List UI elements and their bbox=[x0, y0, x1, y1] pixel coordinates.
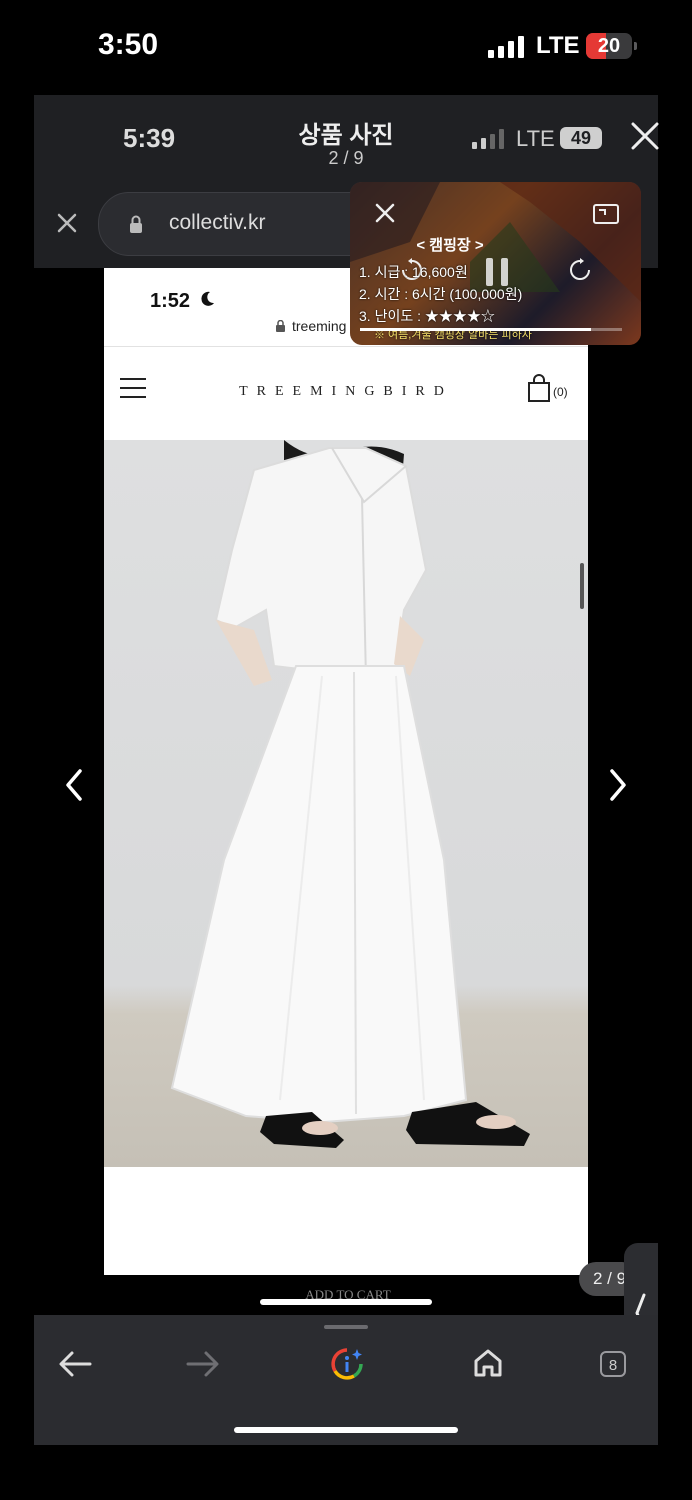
network-label: LTE bbox=[536, 32, 580, 59]
signal-icon bbox=[472, 129, 504, 149]
pip-line: 3. 난이도 : ★★★★☆ bbox=[359, 308, 495, 324]
page-url: treeming bbox=[292, 318, 347, 334]
battery-icon: 20 bbox=[586, 33, 637, 59]
back-arrow-icon[interactable] bbox=[58, 1349, 92, 1379]
cart-count[interactable]: (0) bbox=[553, 385, 568, 399]
pip-line: 2. 시간 : 6시간 (100,000원) bbox=[359, 286, 523, 302]
battery-badge: 49 bbox=[560, 127, 602, 149]
viewer-title: 상품 사진 bbox=[298, 122, 394, 149]
pip-video[interactable]: < 캠핑장 > 1. 시급 : 16,600원 2. 시간 : 6시간 (100… bbox=[350, 182, 641, 345]
cart-icon[interactable] bbox=[526, 374, 552, 402]
tabs-icon[interactable]: 8 bbox=[600, 1351, 626, 1377]
drag-handle[interactable] bbox=[324, 1325, 368, 1329]
assistant-icon[interactable] bbox=[330, 1347, 364, 1381]
url-text: collectiv.kr bbox=[169, 211, 266, 234]
forward-icon[interactable] bbox=[568, 258, 592, 282]
home-indicator bbox=[260, 1299, 432, 1305]
viewer-counter: 2 / 9 bbox=[328, 148, 364, 168]
product-page: 1:52 treeming TREEMINGBIRD (0) bbox=[104, 268, 588, 1275]
forward-arrow-icon[interactable] bbox=[186, 1349, 220, 1379]
expand-icon[interactable] bbox=[593, 204, 619, 224]
scrollbar[interactable] bbox=[580, 563, 584, 609]
signal-icon bbox=[488, 36, 524, 58]
network-label: LTE bbox=[516, 126, 555, 151]
model-figure bbox=[170, 440, 530, 1148]
browser-toolbar: 8 bbox=[34, 1315, 658, 1445]
close-icon[interactable] bbox=[374, 202, 396, 224]
pip-line: 1. 시급 : 16,600원 bbox=[359, 264, 468, 280]
status-time: 3:50 bbox=[98, 28, 159, 61]
lock-icon bbox=[130, 215, 142, 233]
home-indicator bbox=[234, 1427, 458, 1433]
product-photo bbox=[104, 440, 588, 1167]
lock-icon bbox=[276, 320, 285, 332]
pip-title: < 캠핑장 > bbox=[416, 237, 484, 254]
viewer-time: 5:39 bbox=[123, 123, 176, 153]
page-time: 1:52 bbox=[150, 290, 191, 312]
divider bbox=[104, 346, 588, 347]
close-icon[interactable] bbox=[628, 119, 662, 153]
battery-level: 20 bbox=[597, 35, 621, 57]
moon-icon bbox=[201, 291, 214, 306]
close-icon[interactable] bbox=[56, 212, 78, 234]
pip-progress-bar[interactable] bbox=[360, 328, 622, 331]
brand-logo[interactable]: TREEMINGBIRD bbox=[216, 384, 476, 400]
menu-icon[interactable] bbox=[120, 378, 146, 398]
chevron-right-icon[interactable] bbox=[606, 767, 630, 803]
chevron-left-icon[interactable] bbox=[62, 767, 86, 803]
home-icon[interactable] bbox=[472, 1347, 504, 1379]
